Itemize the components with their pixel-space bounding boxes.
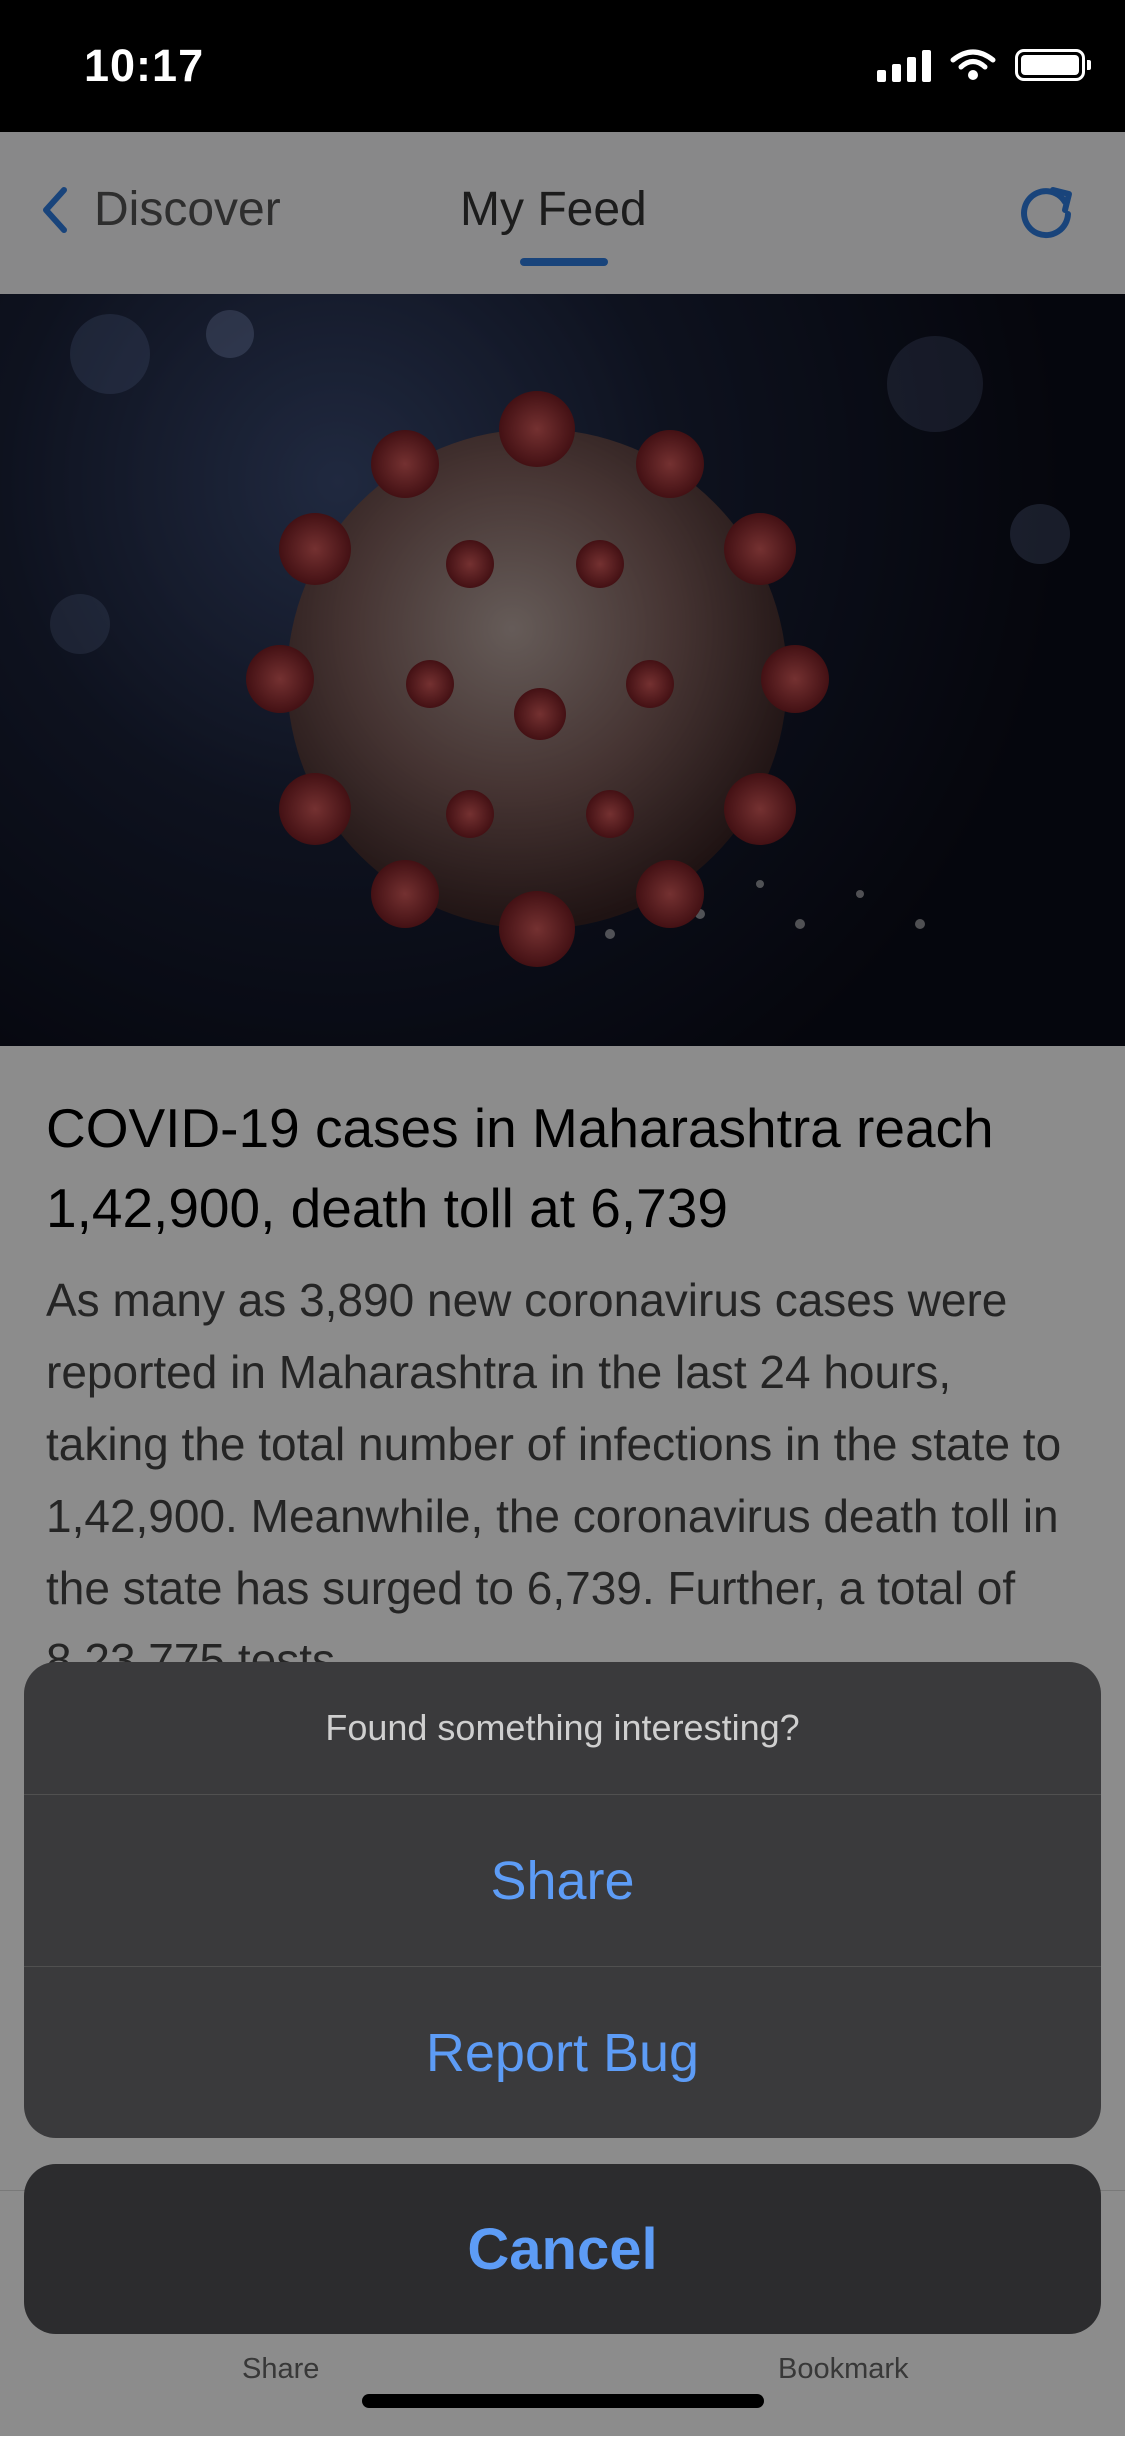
cellular-signal-icon (877, 48, 931, 82)
action-sheet-title: Found something interesting? (24, 1662, 1101, 1795)
wifi-icon (950, 49, 996, 80)
share-button[interactable]: Share (24, 1795, 1101, 1966)
action-sheet: Found something interesting? Share Repor… (24, 1662, 1101, 2138)
report-bug-button[interactable]: Report Bug (24, 1966, 1101, 2138)
status-icons (877, 48, 1091, 82)
cancel-button[interactable]: Cancel (24, 2164, 1101, 2334)
home-indicator (362, 2394, 764, 2408)
status-time: 10:17 (84, 40, 205, 91)
battery-icon (1015, 49, 1091, 81)
status-bar: 10:17 (0, 0, 1125, 132)
